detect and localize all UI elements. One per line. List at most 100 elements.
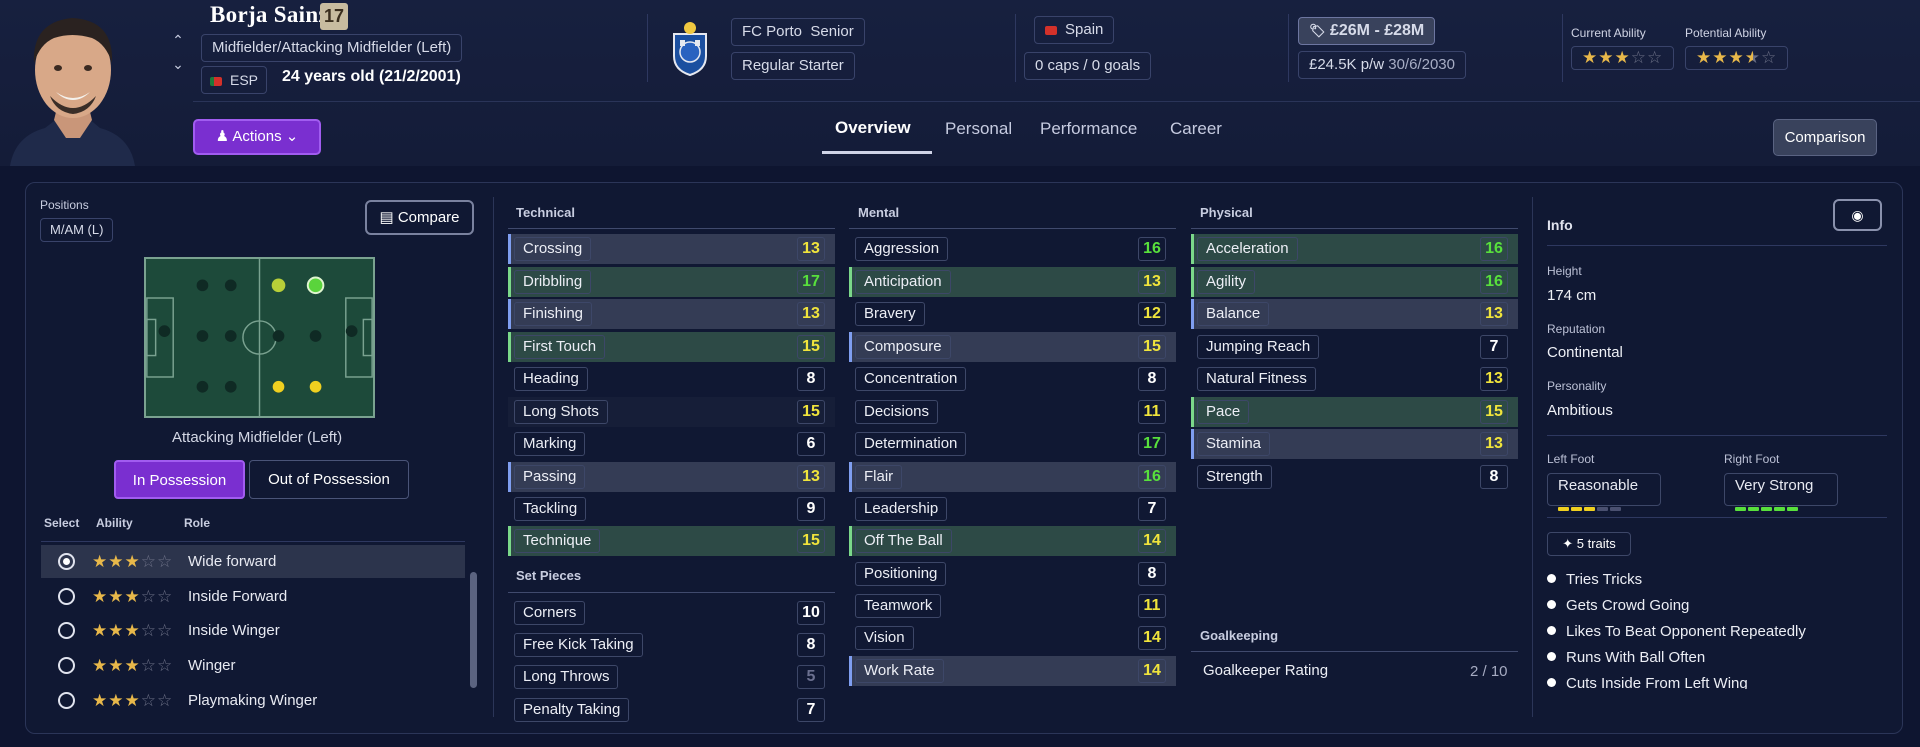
player-nav-arrows[interactable]: ⌃ ⌄ bbox=[170, 28, 186, 76]
attribute-name: Dribbling bbox=[514, 270, 592, 294]
attribute-row[interactable]: Concentration 8 bbox=[849, 364, 1176, 394]
attribute-row[interactable]: Flair 16 bbox=[849, 462, 1176, 492]
role-name[interactable]: Inside Winger bbox=[188, 622, 280, 639]
attribute-value: 13 bbox=[1138, 270, 1166, 294]
roles-scrollbar[interactable] bbox=[470, 572, 477, 688]
attribute-row[interactable]: Technique 15 bbox=[508, 526, 835, 556]
attribute-name: Heading bbox=[514, 367, 588, 391]
role-name[interactable]: Playmaking Winger bbox=[188, 692, 317, 709]
role-row[interactable]: ★★★☆☆ Inside Winger bbox=[41, 614, 465, 647]
attribute-value: 11 bbox=[1138, 400, 1166, 424]
section-underline bbox=[1191, 651, 1518, 652]
attribute-row[interactable]: Finishing 13 bbox=[508, 299, 835, 329]
attribute-row[interactable]: Crossing 13 bbox=[508, 234, 835, 264]
attribute-row[interactable]: Corners 10 bbox=[508, 598, 835, 628]
attribute-name: Decisions bbox=[855, 400, 939, 424]
person-settings-icon[interactable]: ◉ bbox=[1833, 199, 1882, 231]
role-name[interactable]: Wide forward bbox=[188, 553, 276, 570]
chevron-up-icon[interactable]: ⌃ bbox=[170, 28, 186, 52]
club-name-badge[interactable]: FC Porto Senior bbox=[731, 18, 865, 46]
goalkeeping-title: Goalkeeping bbox=[1200, 628, 1279, 643]
attribute-row[interactable]: Acceleration 16 bbox=[1191, 234, 1518, 264]
radio-unselected[interactable] bbox=[58, 622, 75, 639]
attribute-row[interactable]: Positioning 8 bbox=[849, 559, 1176, 589]
attribute-name: Natural Fitness bbox=[1197, 367, 1316, 391]
attribute-row[interactable]: Balance 13 bbox=[1191, 299, 1518, 329]
tab-performance[interactable]: Performance bbox=[1040, 119, 1137, 139]
attribute-row[interactable]: Anticipation 13 bbox=[849, 267, 1176, 297]
attribute-row[interactable]: Strength 8 bbox=[1191, 462, 1518, 492]
attribute-name: Strength bbox=[1197, 465, 1272, 489]
attribute-row[interactable]: Passing 13 bbox=[508, 462, 835, 492]
right-foot-rating: Very Strong bbox=[1724, 473, 1838, 511]
attribute-name: Teamwork bbox=[855, 594, 942, 618]
attribute-row[interactable]: Long Shots 15 bbox=[508, 397, 835, 427]
actions-label[interactable]: Actions bbox=[232, 128, 281, 145]
attribute-row[interactable]: Free Kick Taking 8 bbox=[508, 630, 835, 660]
role-row[interactable]: ★★★☆☆ Playmaking Winger bbox=[41, 684, 465, 717]
club-crest-icon[interactable] bbox=[668, 20, 712, 76]
attribute-name: Free Kick Taking bbox=[514, 633, 643, 657]
attribute-value: 8 bbox=[1138, 562, 1166, 586]
nation-badge[interactable]: Spain bbox=[1034, 16, 1115, 44]
club-name[interactable]: FC Porto bbox=[742, 23, 802, 40]
radio-unselected[interactable] bbox=[58, 692, 75, 709]
in-possession-toggle[interactable]: In Possession bbox=[114, 460, 245, 499]
actions-button[interactable]: ♟ Actions ⌄ bbox=[193, 119, 321, 155]
role-row[interactable]: ★★★☆☆ Inside Forward bbox=[41, 580, 465, 613]
attribute-row[interactable]: Tackling 9 bbox=[508, 494, 835, 524]
attribute-row[interactable]: Vision 14 bbox=[849, 623, 1176, 653]
nation-name[interactable]: Spain bbox=[1065, 21, 1103, 38]
chevron-down-icon[interactable]: ⌄ bbox=[170, 52, 186, 76]
role-name[interactable]: Inside Forward bbox=[188, 588, 287, 605]
left-foot-bars bbox=[1558, 498, 1623, 511]
attribute-row[interactable]: Penalty Taking 7 bbox=[508, 695, 835, 725]
role-row[interactable]: ★★★☆☆ Winger bbox=[41, 649, 465, 682]
attribute-value: 13 bbox=[797, 237, 825, 261]
attribute-row[interactable]: Work Rate 14 bbox=[849, 656, 1176, 686]
attribute-row[interactable]: Jumping Reach 7 bbox=[1191, 332, 1518, 362]
radio-unselected[interactable] bbox=[58, 657, 75, 674]
attribute-value: 12 bbox=[1138, 302, 1166, 326]
out-of-possession-toggle[interactable]: Out of Possession bbox=[249, 460, 409, 499]
attribute-row[interactable]: Natural Fitness 13 bbox=[1191, 364, 1518, 394]
current-ability-label: Current Ability bbox=[1571, 26, 1646, 40]
attribute-row[interactable]: Bravery 12 bbox=[849, 299, 1176, 329]
attribute-row[interactable]: Aggression 16 bbox=[849, 234, 1176, 264]
compare-label[interactable]: Compare bbox=[398, 209, 460, 226]
radio-selected[interactable] bbox=[58, 553, 75, 570]
goalkeeper-rating-label: Goalkeeper Rating bbox=[1203, 662, 1329, 679]
attribute-row[interactable]: Long Throws 5 bbox=[508, 662, 835, 692]
header-divider bbox=[1015, 14, 1016, 82]
col-ability: Ability bbox=[96, 516, 133, 530]
attribute-row[interactable]: Agility 16 bbox=[1191, 267, 1518, 297]
tab-career[interactable]: Career bbox=[1170, 119, 1222, 139]
traits-count-badge[interactable]: ✦ 5 traits bbox=[1547, 532, 1631, 556]
role-row[interactable]: ★★★☆☆ Wide forward bbox=[41, 545, 465, 578]
tab-personal[interactable]: Personal bbox=[945, 119, 1012, 139]
attribute-row[interactable]: Composure 15 bbox=[849, 332, 1176, 362]
comparison-button[interactable]: Comparison bbox=[1773, 119, 1877, 156]
section-underline bbox=[849, 228, 1176, 229]
attribute-name: Corners bbox=[514, 601, 586, 625]
attribute-row[interactable]: Leadership 7 bbox=[849, 494, 1176, 524]
tab-overview[interactable]: Overview bbox=[835, 118, 911, 138]
radio-unselected[interactable] bbox=[58, 588, 75, 605]
transfer-value[interactable]: £26M - £28M bbox=[1330, 22, 1424, 39]
attribute-name: Penalty Taking bbox=[514, 698, 630, 722]
selected-position-name: Attacking Midfielder (Left) bbox=[172, 429, 343, 446]
role-name[interactable]: Winger bbox=[188, 657, 236, 674]
attribute-row[interactable]: Heading 8 bbox=[508, 364, 835, 394]
transfer-value-badge[interactable]: 🏷︎ £26M - £28M bbox=[1298, 17, 1436, 45]
attribute-row[interactable]: Off The Ball 14 bbox=[849, 526, 1176, 556]
attribute-row[interactable]: Pace 15 bbox=[1191, 397, 1518, 427]
attribute-row[interactable]: Marking 6 bbox=[508, 429, 835, 459]
attribute-row[interactable]: First Touch 15 bbox=[508, 332, 835, 362]
attribute-row[interactable]: Decisions 11 bbox=[849, 397, 1176, 427]
attribute-row[interactable]: Determination 17 bbox=[849, 429, 1176, 459]
attribute-row[interactable]: Dribbling 17 bbox=[508, 267, 835, 297]
attribute-row[interactable]: Teamwork 11 bbox=[849, 591, 1176, 621]
attribute-name: Crossing bbox=[514, 237, 592, 261]
compare-button[interactable]: ▤ Compare bbox=[365, 200, 474, 235]
attribute-row[interactable]: Stamina 13 bbox=[1191, 429, 1518, 459]
